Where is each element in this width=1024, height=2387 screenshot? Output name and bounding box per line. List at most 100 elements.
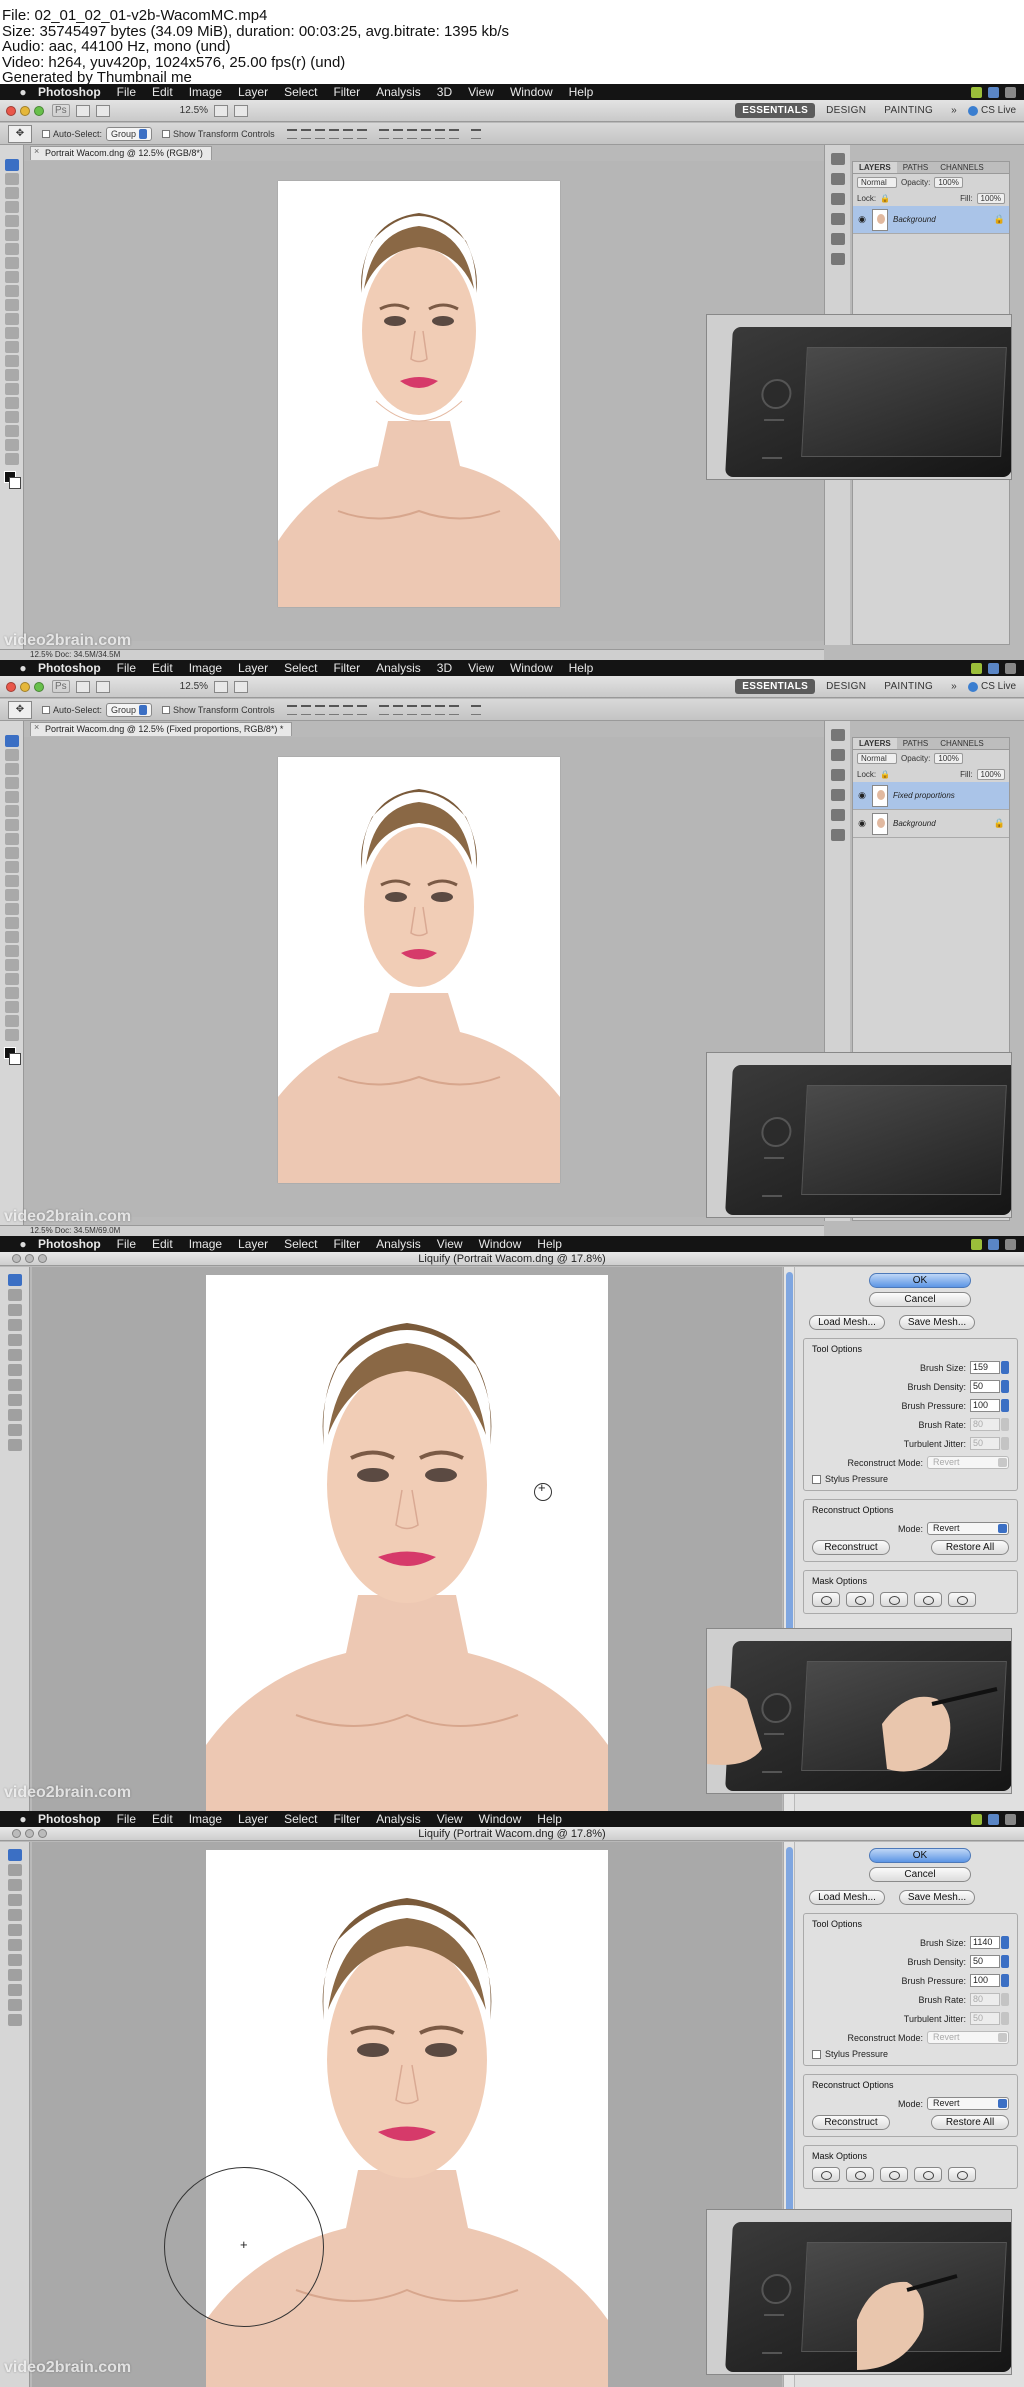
menu-help[interactable]: Help	[561, 660, 602, 676]
move-tool-icon[interactable]: ✥	[8, 124, 32, 143]
move-tool-icon[interactable]: ✥	[8, 700, 32, 719]
menu-window[interactable]: Window	[502, 84, 561, 100]
distribute-buttons[interactable]	[378, 704, 459, 715]
opacity-field[interactable]: 100%	[934, 176, 963, 188]
menu-image[interactable]: Image	[181, 660, 230, 676]
auto-select-dropdown[interactable]: Group	[106, 126, 153, 141]
stamp-icon[interactable]	[5, 271, 19, 283]
3d-camera-icon[interactable]	[5, 1001, 19, 1013]
brush-size-field[interactable]: 1140	[970, 1936, 1000, 1949]
forward-warp-icon[interactable]	[8, 1274, 22, 1286]
blur-icon[interactable]	[5, 327, 19, 339]
menu-analysis[interactable]: Analysis	[368, 660, 429, 676]
healing-icon[interactable]	[5, 243, 19, 255]
shape-icon[interactable]	[5, 397, 19, 409]
load-mesh-button[interactable]: Load Mesh...	[809, 1315, 885, 1330]
stylus-pressure-checkbox[interactable]	[812, 2049, 821, 2059]
bloat-icon[interactable]	[8, 1334, 22, 1346]
turbulence-icon[interactable]	[8, 1954, 22, 1966]
menu-select[interactable]: Select	[276, 84, 325, 100]
reconstruct-tool-icon[interactable]	[8, 1289, 22, 1301]
opacity-field[interactable]: 100%	[934, 752, 963, 764]
quick-select-icon[interactable]	[5, 777, 19, 789]
freeze-mask-icon[interactable]	[8, 1394, 22, 1406]
3d-camera-icon[interactable]	[5, 425, 19, 437]
menu-select[interactable]: Select	[276, 660, 325, 676]
marquee-icon[interactable]	[5, 173, 19, 185]
masks-icon[interactable]	[831, 829, 845, 841]
type-icon[interactable]	[5, 369, 19, 381]
screen-mode-icon[interactable]	[234, 680, 249, 693]
screen-mode-icon[interactable]	[234, 104, 249, 117]
turbulence-icon[interactable]	[8, 1379, 22, 1391]
zoom-window-icon[interactable]	[38, 1829, 47, 1838]
cancel-button[interactable]: Cancel	[869, 1867, 971, 1882]
shape-icon[interactable]	[5, 973, 19, 985]
menu-file[interactable]: File	[109, 1811, 144, 1827]
styles-icon[interactable]	[831, 809, 845, 821]
menu-view[interactable]: View	[460, 660, 502, 676]
bridge-icon[interactable]	[75, 680, 90, 693]
lasso-icon[interactable]	[5, 763, 19, 775]
workspace-design[interactable]: DESIGN	[819, 679, 873, 694]
brush-pressure-field[interactable]: 100	[970, 1974, 1000, 1987]
hand-icon[interactable]	[8, 1424, 22, 1436]
transform-controls-checkbox[interactable]	[162, 129, 171, 138]
adjustments-icon[interactable]	[831, 213, 845, 225]
history-brush-icon[interactable]	[5, 285, 19, 297]
zoom-window-icon[interactable]	[38, 1254, 47, 1263]
close-icon[interactable]	[12, 1254, 21, 1263]
ok-button[interactable]: OK	[869, 1273, 971, 1288]
workspace-essentials[interactable]: ESSENTIALS	[735, 103, 816, 118]
visibility-eye-icon[interactable]: ◉	[857, 214, 867, 225]
menu-analysis[interactable]: Analysis	[368, 1811, 429, 1827]
menu-filter[interactable]: Filter	[325, 1811, 368, 1827]
gradient-icon[interactable]	[5, 313, 19, 325]
align-buttons[interactable]	[286, 128, 367, 139]
save-mesh-button[interactable]: Save Mesh...	[899, 1315, 975, 1330]
tab-paths[interactable]: PATHS	[897, 162, 934, 173]
visibility-eye-icon[interactable]: ◉	[857, 790, 867, 801]
distribute-buttons[interactable]	[378, 128, 459, 139]
dodge-icon[interactable]	[5, 917, 19, 929]
bloat-icon[interactable]	[8, 1909, 22, 1921]
workspace-more[interactable]: »	[944, 679, 964, 694]
mirror-icon[interactable]	[8, 1364, 22, 1376]
tab-layers[interactable]: LAYERS	[853, 162, 897, 173]
zoom-icon[interactable]	[5, 453, 19, 465]
styles-icon[interactable]	[831, 233, 845, 245]
visibility-eye-icon[interactable]: ◉	[857, 818, 867, 829]
menu-3d[interactable]: 3D	[429, 84, 460, 100]
brush-size-stepper[interactable]	[1001, 1936, 1009, 1949]
menu-window[interactable]: Window	[502, 660, 561, 676]
minimize-icon[interactable]	[20, 681, 30, 692]
forward-warp-icon[interactable]	[8, 1849, 22, 1861]
liquify-preview[interactable]: +	[32, 1842, 782, 2387]
menu-help[interactable]: Help	[529, 1811, 570, 1827]
path-select-icon[interactable]	[5, 383, 19, 395]
twirl-icon[interactable]	[8, 1879, 22, 1891]
brush-pressure-field[interactable]: 100	[970, 1399, 1000, 1412]
menu-file[interactable]: File	[109, 660, 144, 676]
brush-density-stepper[interactable]	[1001, 1380, 1009, 1393]
eraser-icon[interactable]	[5, 299, 19, 311]
tab-channels[interactable]: CHANNELS	[934, 738, 990, 749]
document-canvas[interactable]	[24, 737, 824, 1217]
menu-app[interactable]: Photoshop	[32, 84, 109, 100]
fill-field[interactable]: 100%	[976, 192, 1005, 204]
brush-icon[interactable]	[5, 257, 19, 269]
document-canvas[interactable]	[24, 161, 824, 641]
arrange-icon[interactable]	[214, 104, 229, 117]
dodge-icon[interactable]	[5, 341, 19, 353]
tab-layers[interactable]: LAYERS	[853, 738, 897, 749]
menu-file[interactable]: File	[109, 84, 144, 100]
crop-icon[interactable]	[5, 791, 19, 803]
stylus-pressure-checkbox[interactable]	[812, 1474, 821, 1484]
lock-icon[interactable]: 🔒	[880, 194, 890, 203]
workspace-more[interactable]: »	[944, 103, 964, 118]
menu-image[interactable]: Image	[181, 1236, 230, 1252]
menu-app[interactable]: Photoshop	[32, 1236, 109, 1252]
cs-live[interactable]: CS Live	[967, 681, 1016, 692]
minimize-icon[interactable]	[25, 1254, 34, 1263]
menu-layer[interactable]: Layer	[230, 84, 276, 100]
